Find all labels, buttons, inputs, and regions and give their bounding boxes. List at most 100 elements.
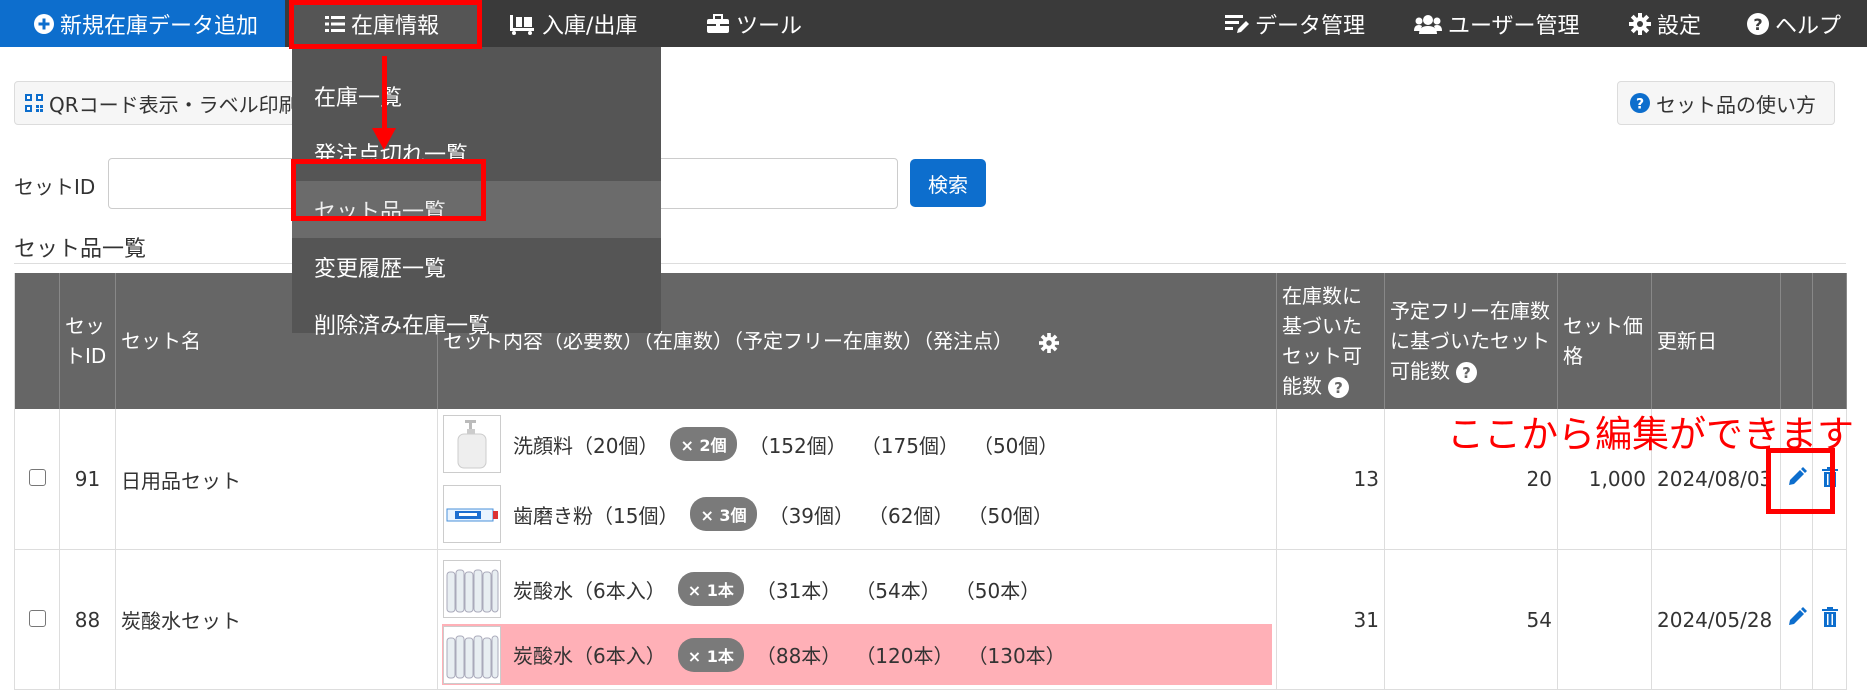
product-thumbnail [443, 625, 501, 684]
row-possible-by-stock: 13 [1276, 409, 1385, 550]
section-title: セット品一覧 [14, 237, 147, 262]
question-circle-icon[interactable]: ? [1456, 362, 1477, 383]
trash-icon[interactable] [1821, 607, 1839, 627]
row-checkbox[interactable] [28, 609, 46, 627]
row-possible-by-stock: 31 [1276, 549, 1385, 690]
annotation-arrow-head [372, 128, 396, 150]
set-howto-label: セット品の使い方 [1656, 92, 1816, 117]
row-set-name: 炭酸水セット [115, 549, 438, 690]
component-reorder-point: （130本） [967, 644, 1066, 668]
row-checkbox[interactable] [28, 469, 46, 486]
header-set-price[interactable]: セット価格 [1557, 273, 1652, 409]
header-updated[interactable]: 更新日 [1651, 273, 1781, 409]
component-name: 炭酸水（6本入） [513, 578, 666, 603]
highlight-box-set-list [291, 159, 486, 221]
component-reorder-point: （50個） [967, 503, 1053, 528]
component-stock: （39個） [768, 503, 855, 528]
nav-user-management[interactable]: ユーザー管理 [1414, 0, 1580, 47]
set-id-label: セットID [14, 175, 96, 199]
header-possible-by-free: 予定フリー在庫数に基づいたセット可能数? [1384, 273, 1558, 409]
users-icon [1414, 14, 1442, 34]
section-divider [14, 263, 1846, 264]
row-set-name: 日用品セット [115, 409, 438, 550]
row-set-id: 88 [59, 549, 116, 690]
nav-tools-label: ツール [736, 13, 803, 39]
header-delete [1812, 273, 1847, 409]
row-set-contents: 洗顔料（20個） × 2個 （152個） （175個） （50個） 歯磨き粉（1… [437, 409, 1277, 550]
component-free-stock: （120本） [855, 644, 954, 668]
row-delete-cell [1812, 549, 1847, 690]
header-possible-by-stock-label: 在庫数に基づいたセット可能数 [1282, 284, 1362, 398]
dolly-icon [508, 13, 536, 35]
question-circle-icon[interactable]: ? [1328, 377, 1349, 398]
row-edit-cell [1780, 549, 1813, 690]
edit-list-icon [1225, 13, 1249, 35]
search-button[interactable]: 検索 [910, 159, 986, 207]
top-navbar: 新規在庫データ追加 在庫情報 入庫/出庫 ツール データ管理 ユーザー管理 設定… [0, 0, 1867, 47]
product-thumbnail [443, 485, 501, 543]
nav-add-new-stock[interactable]: 新規在庫データ追加 [0, 0, 285, 47]
header-possible-by-stock: 在庫数に基づいたセット可能数? [1276, 273, 1385, 409]
annotation-text: ここから編集ができます [1447, 413, 1854, 456]
nav-user-label: ユーザー管理 [1448, 13, 1580, 39]
component-name: 歯磨き粉（15個） [513, 503, 679, 528]
nav-tools[interactable]: ツール [706, 0, 802, 47]
row-select-cell [14, 549, 60, 690]
component-name: 洗顔料（20個） [513, 433, 659, 458]
qr-label-print-text: QRコード表示・ラベル印刷 [49, 92, 299, 117]
qr-label-print-button[interactable]: QRコード表示・ラベル印刷 [14, 81, 304, 125]
component-free-stock: （175個） [860, 433, 959, 458]
table-row: 88 炭酸水セット 炭酸水（6本入） × 1本 （31本） （54本） （50本… [14, 549, 1847, 690]
question-circle-icon: ? [1630, 93, 1650, 113]
row-updated: 2024/05/28 [1651, 549, 1781, 690]
qr-code-icon [25, 94, 43, 112]
highlight-box-stock-info [289, 0, 482, 49]
toolbox-icon [706, 13, 730, 34]
row-possible-by-free: 54 [1384, 549, 1558, 690]
component-item: 洗顔料（20個） × 2個 （152個） （175個） （50個） [438, 409, 1276, 479]
component-free-stock: （54本） [855, 578, 941, 603]
row-set-id: 91 [59, 409, 116, 550]
header-set-id[interactable]: セットID [59, 273, 116, 409]
nav-settings[interactable]: 設定 [1629, 0, 1701, 47]
set-items-table: セットID セット名 セット内容（必要数）（在庫数）（予定フリー在庫数）（発注点… [14, 273, 1847, 690]
nav-settings-label: 設定 [1657, 13, 1702, 39]
row-set-contents: 炭酸水（6本入） × 1本 （31本） （54本） （50本） 炭酸水（6本入）… [437, 549, 1277, 690]
component-stock: （88本） [755, 644, 842, 668]
nav-data-label: データ管理 [1255, 13, 1366, 39]
nav-add-new-label: 新規在庫データ追加 [60, 13, 259, 39]
nav-help-label: ヘルプ [1775, 13, 1842, 39]
nav-in-out[interactable]: 入庫/出庫 [508, 0, 637, 47]
component-item: 歯磨き粉（15個） × 3個 （39個） （62個） （50個） [438, 479, 1276, 549]
component-stock: （152個） [748, 433, 847, 458]
annotation-arrow-line [382, 56, 387, 131]
nav-data-management[interactable]: データ管理 [1225, 0, 1365, 47]
menu-item-deleted-list[interactable]: 削除済み在庫一覧 [292, 295, 661, 352]
nav-in-out-label: 入庫/出庫 [542, 13, 638, 39]
gear-icon[interactable] [1039, 332, 1060, 353]
nav-help[interactable]: ? ヘルプ [1747, 0, 1841, 47]
component-qty-badge: × 1本 [677, 637, 744, 672]
product-thumbnail [443, 560, 501, 618]
gear-icon [1629, 12, 1651, 35]
component-item: 炭酸水（6本入） × 1本 （31本） （54本） （50本） [438, 554, 1276, 624]
component-qty-badge: × 3個 [690, 497, 757, 531]
svg-text:?: ? [1753, 15, 1762, 34]
component-name: 炭酸水（6本入） [513, 644, 666, 668]
component-reorder-point: （50個） [972, 433, 1059, 458]
component-qty-badge: × 1本 [677, 572, 744, 606]
component-item-below-reorder: 炭酸水（6本入） × 1本 （88本） （120本） （130本） [442, 624, 1272, 685]
component-reorder-point: （50本） [954, 578, 1041, 603]
set-howto-button[interactable]: ? セット品の使い方 [1617, 81, 1835, 125]
component-qty-badge: × 2個 [670, 427, 737, 461]
plus-circle-icon [34, 13, 54, 34]
svg-text:?: ? [1636, 97, 1644, 113]
pencil-icon[interactable] [1787, 607, 1807, 627]
product-thumbnail [443, 415, 501, 473]
question-circle-icon: ? [1747, 12, 1769, 35]
component-stock: （31本） [755, 578, 842, 603]
menu-item-history-list[interactable]: 変更履歴一覧 [292, 238, 661, 295]
row-select-cell [14, 409, 60, 550]
header-select [14, 273, 60, 409]
menu-item-stock-list[interactable]: 在庫一覧 [292, 67, 661, 124]
